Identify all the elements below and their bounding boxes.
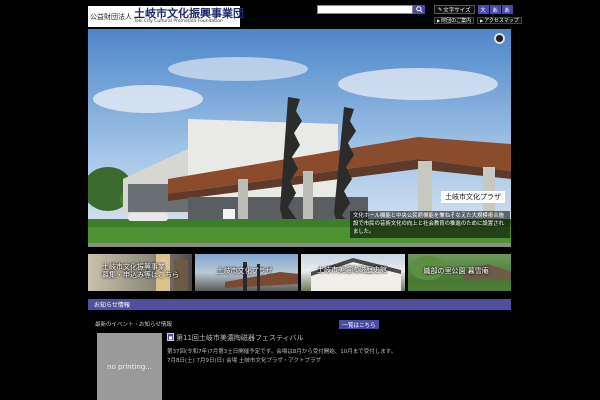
slideshow-pause-icon[interactable]: [494, 33, 505, 44]
banner-label: 土岐市美濃陶磁歴史館: [317, 266, 387, 274]
banner-label: 土岐市文化プラザ: [216, 267, 273, 275]
hero-caption: 文化ホール機能と中央公民館機能を兼ねそなえた大規模複合施設で市民の芸術文化の向上…: [350, 211, 510, 239]
news-category-icon: ■: [167, 333, 174, 341]
news-text-line: 7月8日(土) 7月9日(日) 会場 土岐市文化プラザ・アクトプラザ: [167, 358, 322, 364]
hero-slideshow[interactable]: 土岐市文化プラザ 文化ホール機能と中央公民館機能を兼ねそなえた大規模複合施設で市…: [88, 29, 511, 247]
logo-prefix: 公益財団法人: [90, 12, 132, 21]
news-thumbnail[interactable]: no printing...: [97, 333, 162, 400]
search-button[interactable]: [413, 5, 425, 14]
logo-title: 土岐市文化振興事業団: [134, 7, 244, 21]
info-section-header: お知らせ情報: [88, 299, 511, 310]
view-all-button[interactable]: 一覧はこちら: [339, 320, 379, 329]
banner-oribe-park[interactable]: 織部の里公園 暮雪庵: [407, 254, 511, 291]
news-title-link[interactable]: 第11回土岐市美濃陶磁器フェスティバル: [176, 333, 304, 343]
banner-label: 土岐市文化振興事業 募集・申込み等はこちら: [102, 263, 179, 280]
search-icon: [415, 6, 423, 13]
font-size-medium-button[interactable]: あ: [489, 5, 501, 14]
banner-culture-promotion[interactable]: 土岐市文化振興事業 募集・申込み等はこちら: [88, 254, 192, 291]
hero-plaza-label: 土岐市文化プラザ: [441, 191, 505, 203]
news-heading: 最新のイベント・お知らせ情報: [95, 322, 172, 328]
link-access-map[interactable]: ▶ アクセスマップ: [477, 17, 522, 24]
arrow-icon: ▶: [437, 18, 441, 23]
font-size-label: ✎ 文字サイズ: [434, 5, 475, 14]
logo-text-block: 土岐市文化振興事業団 Toki City Cultural Promotion …: [134, 8, 244, 25]
font-size-controls: ✎ 文字サイズ 大 あ あ: [434, 5, 514, 14]
info-section-title: お知らせ情報: [94, 302, 130, 309]
pencil-icon: ✎: [438, 6, 443, 13]
header-links: ▶ 財団のご案内 ▶ アクセスマップ: [434, 17, 522, 24]
font-size-small-button[interactable]: あ: [501, 5, 513, 14]
banner-label: 織部の里公園 暮雪庵: [423, 267, 489, 275]
banner-culture-plaza[interactable]: 土岐市文化プラザ: [194, 254, 298, 291]
logo-english-name: Toki City Cultural Promotion Foundation: [134, 19, 223, 25]
arrow-icon: ▶: [480, 18, 484, 23]
link-about-foundation[interactable]: ▶ 財団のご案内: [434, 17, 475, 24]
facility-banners: 土岐市文化振興事業 募集・申込み等はこちら 土岐市文化プラザ 土岐市美濃陶磁歴史館…: [88, 254, 511, 291]
search-input[interactable]: [317, 5, 413, 14]
banner-pottery-museum[interactable]: 土岐市美濃陶磁歴史館: [301, 254, 405, 291]
site-logo[interactable]: 公益財団法人 土岐市文化振興事業団 Toki City Cultural Pro…: [88, 6, 244, 27]
font-size-large-button[interactable]: 大: [477, 5, 489, 14]
news-text-line: 第37回(令和7年)7月第3土日開催予定です。会場は8月から受付開始、10月まで…: [167, 349, 397, 355]
